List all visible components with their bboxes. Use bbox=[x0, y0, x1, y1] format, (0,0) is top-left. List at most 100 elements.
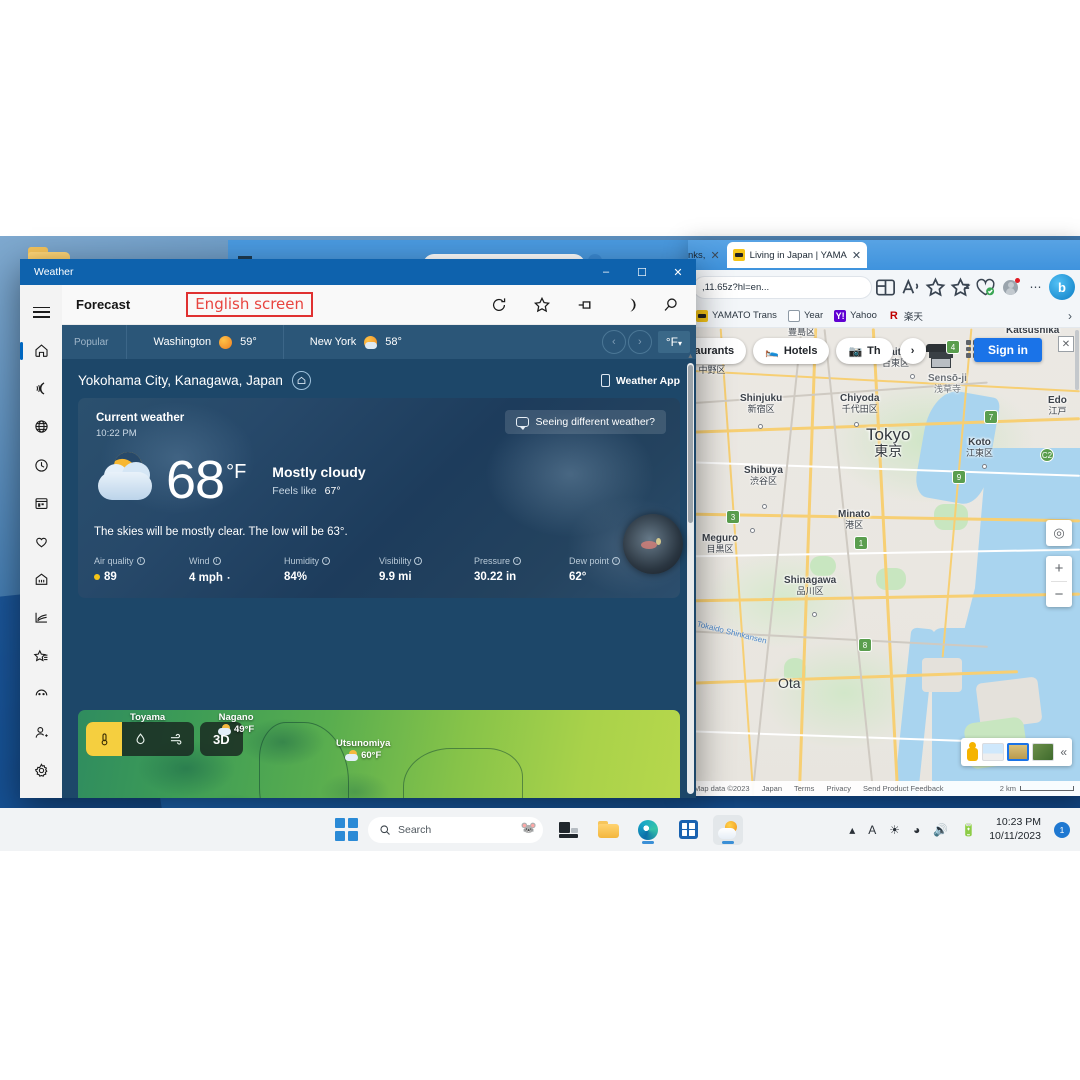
map-terms-link[interactable]: Terms bbox=[794, 784, 814, 793]
browser-essentials-icon[interactable] bbox=[974, 276, 997, 299]
screen-root: nks, ✕ Living in Japan | YAMA ✕ + – ☐ ✕ … bbox=[0, 0, 1080, 1080]
seeing-different-weather-button[interactable]: Seeing different weather? bbox=[504, 410, 666, 434]
split-screen-icon[interactable] bbox=[874, 276, 897, 299]
pin-icon[interactable] bbox=[563, 285, 606, 325]
weather-minimize-button[interactable]: – bbox=[588, 259, 624, 285]
sidebar-item-monthly[interactable] bbox=[20, 484, 62, 522]
collections-icon[interactable] bbox=[949, 276, 972, 299]
hamburger-icon[interactable] bbox=[20, 293, 62, 331]
sidebar-item-health[interactable] bbox=[20, 522, 62, 560]
star-icon[interactable] bbox=[520, 285, 563, 325]
sidebar-item-world[interactable] bbox=[20, 408, 62, 446]
taskview-button[interactable] bbox=[553, 815, 583, 845]
wind-icon[interactable] bbox=[158, 722, 194, 756]
info-icon[interactable]: i bbox=[612, 557, 621, 565]
chip-things-to-do[interactable]: 📷 Th bbox=[836, 338, 893, 364]
info-icon[interactable]: i bbox=[414, 557, 423, 565]
notification-badge[interactable]: 1 bbox=[1054, 821, 1070, 838]
wifi-icon[interactable]: ◕ bbox=[913, 823, 920, 837]
weather-maximize-button[interactable]: ☐ bbox=[624, 259, 660, 285]
seeing-different-label: Seeing different weather? bbox=[535, 416, 655, 428]
file-explorer-button[interactable] bbox=[593, 815, 623, 845]
store-button[interactable] bbox=[673, 815, 703, 845]
ime-icon[interactable]: A bbox=[868, 823, 876, 837]
bookmark-item[interactable]: R 楽天 bbox=[888, 309, 923, 323]
weather-close-button[interactable]: ✕ bbox=[660, 259, 696, 285]
map-locate-button[interactable]: ◎ bbox=[1046, 520, 1072, 546]
weather-scrollbar[interactable]: ▲ ▼ bbox=[687, 353, 694, 798]
sign-in-button[interactable]: Sign in bbox=[974, 338, 1042, 362]
search-input[interactable]: Search 🐭 bbox=[368, 816, 543, 843]
scroll-up-arrow[interactable]: ▲ bbox=[687, 351, 694, 361]
info-icon[interactable]: i bbox=[212, 557, 221, 565]
tab-close-icon[interactable]: ✕ bbox=[852, 249, 861, 262]
unit-toggle-button[interactable]: °F▾ bbox=[657, 331, 690, 353]
edge-taskbar-button[interactable] bbox=[633, 815, 663, 845]
layer-terrain-thumb[interactable] bbox=[1007, 743, 1030, 761]
sidebar-item-trends[interactable] bbox=[20, 599, 62, 637]
city-name: Utsunomiya bbox=[336, 738, 391, 749]
layer-expand-icon[interactable]: « bbox=[1057, 745, 1067, 759]
pegman-icon[interactable] bbox=[966, 742, 979, 762]
sidebar-item-feedback[interactable] bbox=[20, 675, 62, 713]
thermometer-icon[interactable] bbox=[86, 722, 122, 756]
google-map-viewport[interactable]: Tokaido Shinkansen Nakano中野区 豊島区 Taito台東… bbox=[688, 328, 1080, 796]
bing-copilot-icon[interactable]: b bbox=[1049, 274, 1075, 300]
moon-icon[interactable] bbox=[606, 285, 649, 325]
bookmark-item[interactable]: YAMATO Trans bbox=[696, 309, 777, 322]
tab-close-icon[interactable]: ✕ bbox=[710, 249, 719, 262]
info-icon[interactable]: i bbox=[513, 557, 522, 565]
popular-city-washington[interactable]: Washington 59° bbox=[126, 325, 282, 359]
scrollbar-thumb[interactable] bbox=[688, 365, 693, 523]
chips-next-button[interactable]: › bbox=[899, 338, 926, 364]
profile-avatar-icon[interactable] bbox=[999, 276, 1022, 299]
chevron-up-icon[interactable]: ▴ bbox=[849, 823, 855, 837]
weather-radar-map[interactable]: 3D Toyama Nagano 49°F Utsunomiya 60°F bbox=[78, 710, 680, 798]
map-place-dot bbox=[910, 374, 915, 379]
map-copyright: Map data ©2023 bbox=[694, 784, 750, 793]
weather-app-link[interactable]: Weather App bbox=[600, 374, 680, 387]
more-icon[interactable]: ⋯ bbox=[1024, 276, 1047, 299]
search-icon[interactable] bbox=[649, 285, 692, 325]
popular-prev-button[interactable]: ‹ bbox=[601, 330, 626, 354]
sidebar-item-historical[interactable] bbox=[20, 561, 62, 599]
info-icon[interactable]: i bbox=[322, 557, 331, 565]
start-button[interactable] bbox=[335, 818, 358, 841]
moon-icon[interactable]: ☀ bbox=[889, 823, 900, 837]
chip-hotels[interactable]: 🛌 Hotels bbox=[753, 338, 830, 364]
refresh-icon[interactable] bbox=[477, 285, 520, 325]
sidebar-item-favorites[interactable] bbox=[20, 637, 62, 675]
bookmark-item[interactable]: Year bbox=[787, 309, 823, 322]
scroll-down-arrow[interactable]: ▼ bbox=[687, 796, 694, 799]
map-zoom-out-button[interactable]: − bbox=[1046, 582, 1072, 607]
sidebar-item-home[interactable] bbox=[20, 331, 62, 369]
address-bar[interactable]: ,11.65z?hl=en... bbox=[693, 275, 872, 299]
sidebar-item-moon-phase[interactable] bbox=[20, 369, 62, 407]
chip-restaurants[interactable]: 🍴 taurants bbox=[688, 338, 747, 364]
battery-icon[interactable]: 🔋 bbox=[961, 823, 976, 837]
layer-satellite-thumb[interactable] bbox=[1032, 743, 1055, 761]
map-privacy-link[interactable]: Privacy bbox=[826, 784, 851, 793]
weather-taskbar-button[interactable] bbox=[713, 814, 743, 845]
favorite-star-icon[interactable] bbox=[924, 276, 947, 299]
volume-icon[interactable]: 🔊 bbox=[933, 823, 948, 837]
map-feedback-link[interactable]: Send Product Feedback bbox=[863, 784, 943, 793]
map-close-icon[interactable]: ✕ bbox=[1058, 336, 1074, 352]
browser-tab-2[interactable]: Living in Japan | YAMA ✕ bbox=[726, 242, 868, 268]
sidebar-item-hourly[interactable] bbox=[20, 446, 62, 484]
popular-next-button[interactable]: › bbox=[627, 330, 652, 354]
bookmark-item[interactable]: Y! Yahoo bbox=[834, 309, 877, 322]
sidebar-item-settings[interactable] bbox=[20, 752, 62, 790]
droplet-icon[interactable] bbox=[122, 722, 158, 756]
popular-city-newyork[interactable]: New York 58° bbox=[282, 325, 428, 359]
layer-map-thumb[interactable] bbox=[982, 743, 1005, 761]
map-country[interactable]: Japan bbox=[762, 784, 782, 793]
read-aloud-icon[interactable] bbox=[899, 276, 922, 299]
taskbar-clock[interactable]: 10:23 PM 10/11/2023 bbox=[989, 816, 1041, 842]
home-location-icon[interactable] bbox=[291, 371, 311, 390]
map-zoom-in-button[interactable]: + bbox=[1046, 556, 1072, 581]
sidebar-item-account[interactable] bbox=[20, 714, 62, 752]
info-icon[interactable]: i bbox=[136, 557, 145, 565]
bookmarks-overflow-icon[interactable]: › bbox=[1068, 309, 1072, 323]
map-scrollbar[interactable] bbox=[1074, 328, 1080, 796]
